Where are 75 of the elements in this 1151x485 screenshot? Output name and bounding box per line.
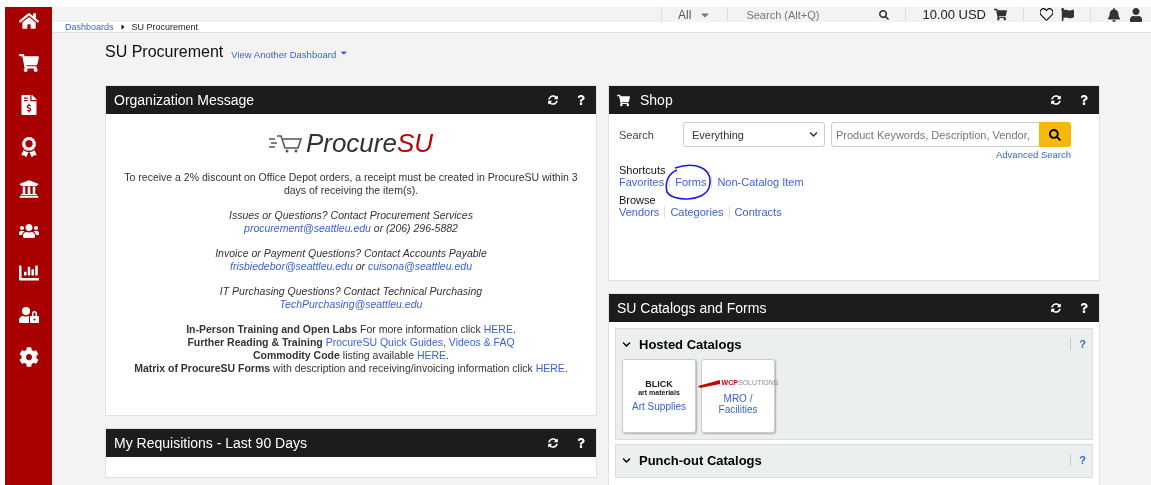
- search-label: Search: [619, 128, 655, 141]
- message-link[interactable]: cuisona@seattleu.edu: [367, 260, 472, 272]
- shortcut-link[interactable]: Vendors: [619, 206, 665, 218]
- refresh-icon[interactable]: [548, 95, 558, 105]
- message-line: Further Reading & Training ProcureSU Quick Guides, Videos & FAQ: [186, 336, 516, 349]
- cart-icon[interactable]: [994, 8, 1007, 21]
- search-scope[interactable]: All: [678, 7, 692, 22]
- message-line: In-Person Training and Open Labs For more information click HERE.: [185, 323, 517, 336]
- help-link[interactable]: ?: [1070, 338, 1086, 350]
- panel-title: Shop: [640, 92, 674, 108]
- help-icon[interactable]: [576, 95, 586, 105]
- message-link[interactable]: frisbiedebor@seattleu.edu: [230, 260, 353, 272]
- user-icon[interactable]: [1129, 7, 1143, 22]
- chevron-icon[interactable]: [622, 339, 631, 349]
- panel-title: My Requisitions - Last 90 Days: [114, 435, 308, 451]
- user-lock-icon[interactable]: [18, 305, 39, 325]
- refresh-icon[interactable]: [1051, 95, 1061, 105]
- group-label: Shortcuts: [619, 164, 667, 176]
- message-line: Commodity Code listing available HERE.: [251, 349, 451, 362]
- message-line: Matrix of ProcureSU Forms with description and receiving/invoicing information click HERE.: [133, 362, 569, 375]
- breadcrumb-current: SU Procurement: [131, 22, 199, 32]
- help-link[interactable]: ?: [1070, 454, 1086, 466]
- email-link[interactable]: TechPurchasing@seattleu.edu: [279, 298, 423, 310]
- shortcut-link[interactable]: Non-Catalog Item: [711, 176, 809, 188]
- search-field[interactable]: Search (Alt+Q): [744, 7, 865, 22]
- heart-icon[interactable]: [1040, 8, 1053, 21]
- help-icon[interactable]: [1079, 95, 1089, 105]
- refresh-icon[interactable]: [548, 438, 558, 448]
- cart-total[interactable]: 10.00 USD: [922, 7, 986, 22]
- shortcut-link[interactable]: Favorites: [619, 176, 670, 188]
- section-title: Punch-out Catalogs: [639, 452, 762, 468]
- refresh-icon[interactable]: [1051, 303, 1061, 313]
- catalog-link[interactable]: Art Supplies: [632, 401, 686, 412]
- category-select[interactable]: Everything: [683, 122, 825, 147]
- shortcut-link[interactable]: Contracts: [728, 206, 787, 218]
- bell-icon[interactable]: [1107, 7, 1121, 22]
- message-line: To receive a 2% discount on Office Depot orders, a receipt must be created in ProcureSU within 3 days of receiving the item(s).: [123, 171, 579, 197]
- panel-title: Organization Message: [114, 92, 256, 108]
- procuresu-logo: ProcureSU: [114, 122, 588, 159]
- shortcut-link[interactable]: Categories: [664, 206, 729, 218]
- message-line: procurement@seattleu.edu or (206) 296-5882: [242, 222, 459, 235]
- cart-icon: [268, 133, 303, 154]
- flag-icon[interactable]: [1061, 8, 1074, 21]
- help-icon[interactable]: [576, 438, 586, 448]
- catalog-link[interactable]: MRO / Facilities: [710, 392, 766, 415]
- users-icon[interactable]: [18, 221, 39, 241]
- message-line: frisbiedebor@seattleu.edu or cuisona@seattleu.edu: [229, 260, 473, 273]
- search-icon[interactable]: [879, 9, 890, 20]
- shortcut-link[interactable]: Forms: [669, 176, 712, 188]
- section-title: Hosted Catalogs: [639, 336, 742, 352]
- cart-icon[interactable]: [18, 53, 39, 73]
- message-line: Issues or Questions? Contact Procurement Services: [228, 209, 474, 222]
- home-icon[interactable]: [18, 11, 39, 31]
- panel-title: SU Catalogs and Forms: [617, 300, 768, 316]
- search-button[interactable]: [1039, 122, 1071, 147]
- group-label: Browse: [619, 194, 657, 206]
- message-line: Invoice or Payment Questions? Contact Accounts Payable: [214, 247, 488, 260]
- message-link[interactable]: procurement@seattleu.edu: [244, 222, 371, 234]
- breadcrumb-link[interactable]: Dashboards: [65, 22, 114, 32]
- advanced-search-link[interactable]: Advanced Search: [996, 149, 1071, 160]
- message-link[interactable]: ProcureSU Quick Guides, Videos & FAQ: [325, 336, 515, 348]
- bank-icon[interactable]: [18, 179, 39, 199]
- message-link[interactable]: HERE: [535, 362, 565, 374]
- search-icon: [1049, 128, 1061, 141]
- chevron-icon: [809, 130, 818, 139]
- chevron-icon[interactable]: [622, 455, 631, 465]
- message-line: IT Purchasing Questions? Contact Technical Purchasing: [218, 285, 484, 298]
- product-search-field[interactable]: Product Keywords, Description, Vendor,: [831, 122, 1039, 147]
- bar-chart-icon[interactable]: [18, 263, 39, 283]
- dashboard-switcher[interactable]: View Another Dashboard: [231, 47, 349, 59]
- help-icon[interactable]: [1079, 303, 1089, 313]
- settings-icon[interactable]: [18, 347, 39, 367]
- page-title: SU Procurement: [105, 43, 224, 61]
- cart-icon: [617, 93, 630, 107]
- message-link[interactable]: HERE: [483, 323, 513, 335]
